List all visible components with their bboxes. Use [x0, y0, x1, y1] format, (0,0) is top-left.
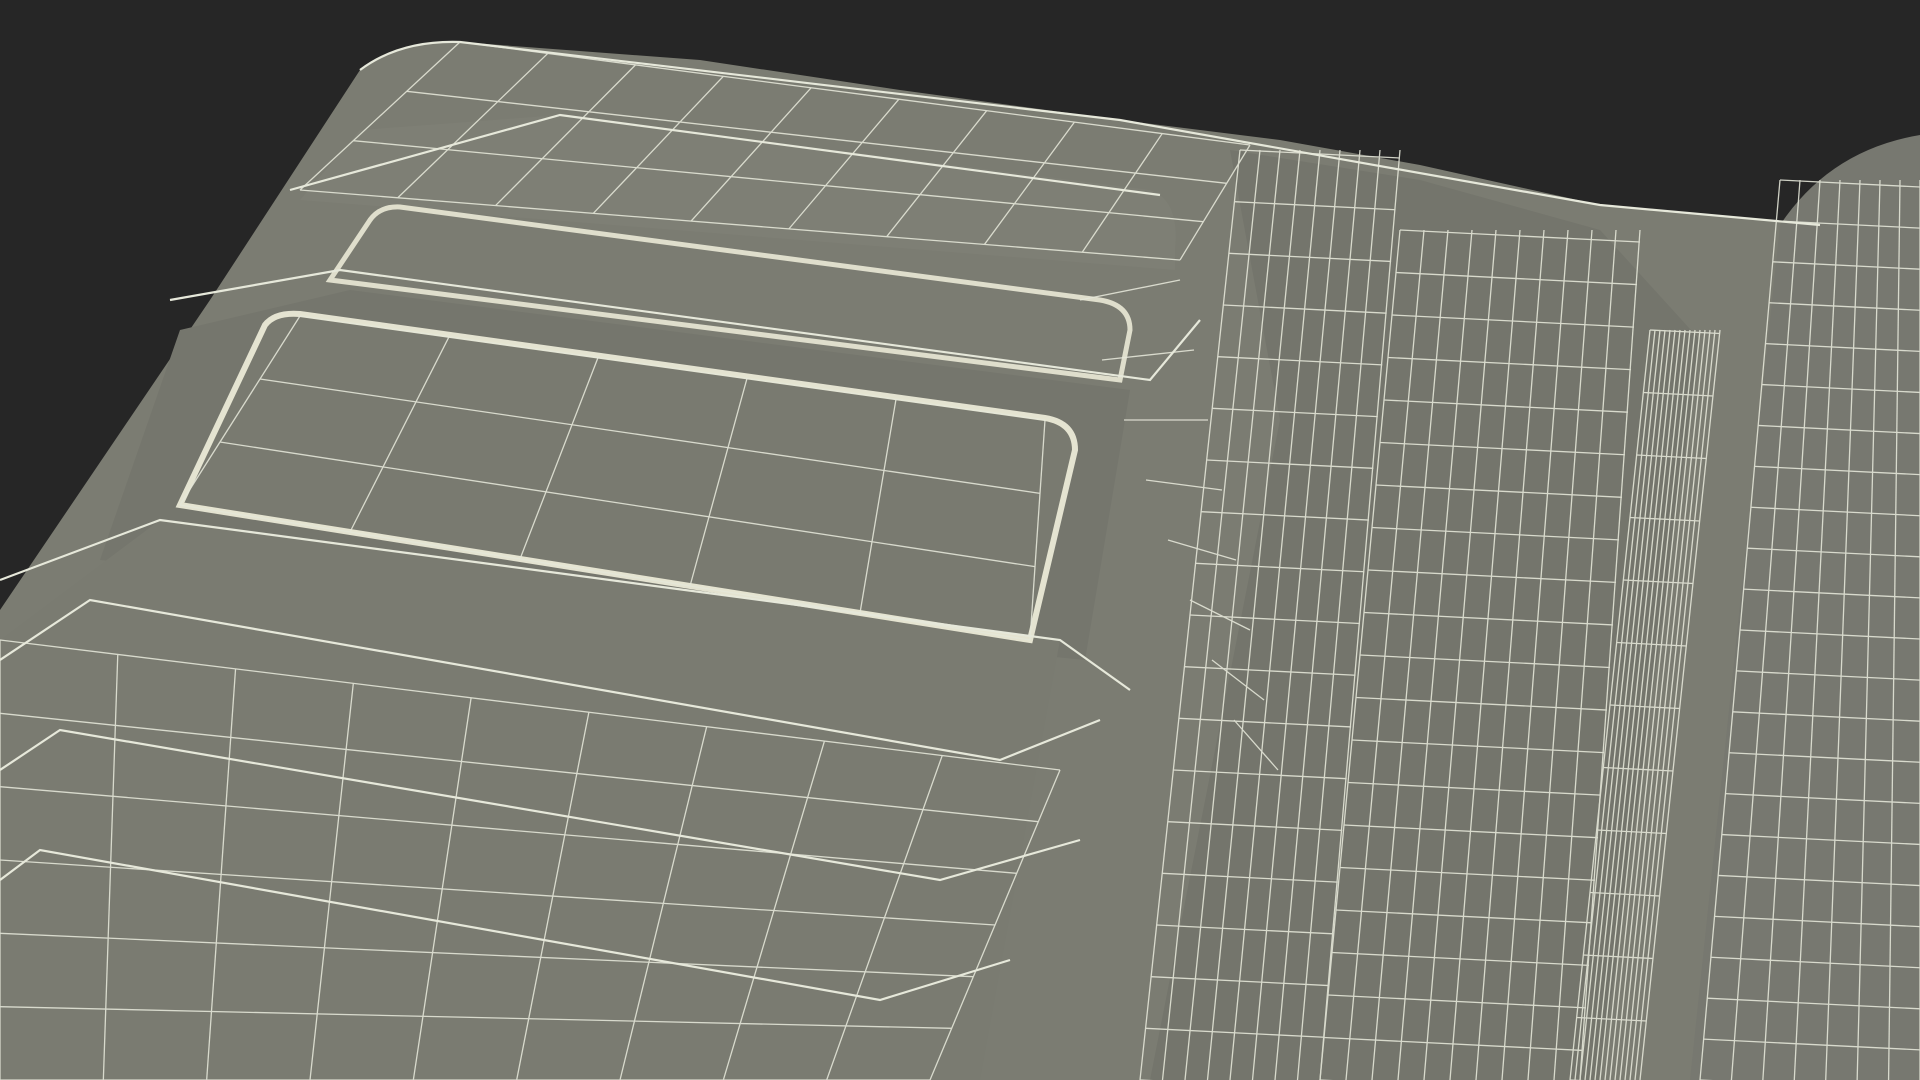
wireframe-render — [0, 0, 1920, 1080]
